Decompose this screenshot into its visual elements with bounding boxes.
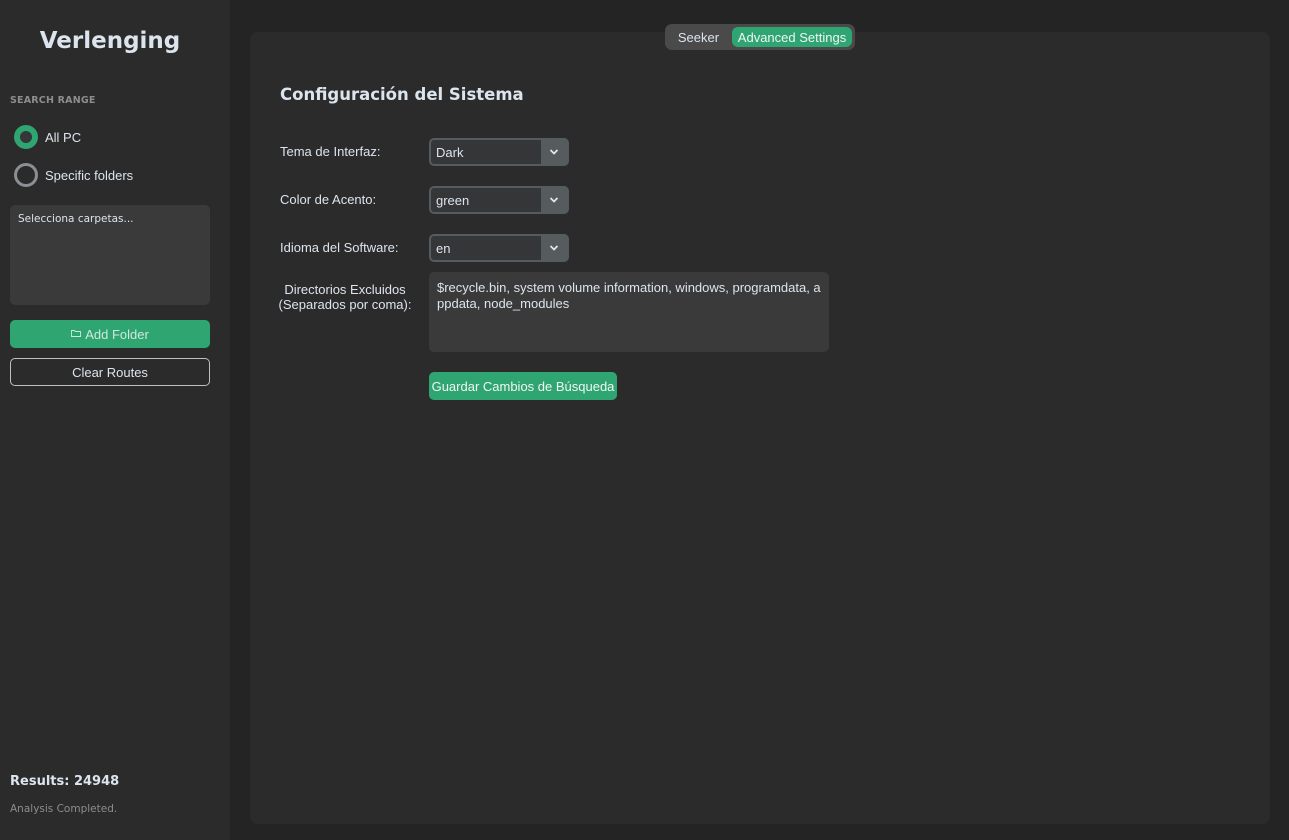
sidebar: Verlenging SEARCH RANGE All PC Specific … bbox=[0, 0, 230, 840]
clear-routes-button[interactable]: Clear Routes bbox=[10, 358, 210, 386]
status-text: Analysis Completed. bbox=[10, 803, 118, 815]
selected-folders-textbox[interactable]: Selecciona carpetas... bbox=[10, 205, 210, 305]
save-search-settings-button[interactable]: Guardar Cambios de Búsqueda bbox=[429, 372, 617, 400]
folder-icon bbox=[71, 329, 82, 340]
excluded-dirs-label: Directorios Excluidos (Separados por com… bbox=[275, 282, 415, 312]
add-folder-button[interactable]: Add Folder bbox=[10, 320, 210, 348]
tab-seeker[interactable]: Seeker bbox=[668, 27, 729, 47]
radio-unchecked-icon bbox=[14, 163, 38, 187]
page-title: Configuración del Sistema bbox=[280, 85, 524, 104]
excluded-dirs-label-line1: Directorios Excluidos bbox=[284, 282, 406, 297]
app-window: Verlenging SEARCH RANGE All PC Specific … bbox=[0, 0, 1289, 840]
accent-color-label: Color de Acento: bbox=[280, 192, 377, 207]
tab-advanced-settings[interactable]: Advanced Settings bbox=[732, 27, 852, 47]
tab-switcher: Seeker Advanced Settings bbox=[665, 24, 855, 50]
results-count: Results: 24948 bbox=[10, 774, 120, 789]
radio-specific-folders-label: Specific folders bbox=[45, 167, 134, 183]
language-dropdown[interactable]: en bbox=[429, 234, 569, 262]
chevron-down-icon[interactable] bbox=[541, 140, 567, 164]
language-value: en bbox=[436, 240, 451, 256]
radio-all-pc-label: All PC bbox=[45, 129, 82, 145]
theme-value: Dark bbox=[436, 144, 464, 160]
clear-routes-label: Clear Routes bbox=[72, 364, 148, 380]
theme-dropdown[interactable]: Dark bbox=[429, 138, 569, 166]
excluded-dirs-label-line2: (Separados por coma): bbox=[278, 297, 412, 312]
radio-specific-folders[interactable]: Specific folders bbox=[14, 163, 133, 187]
selected-folders-placeholder: Selecciona carpetas... bbox=[18, 213, 134, 225]
chevron-down-icon[interactable] bbox=[541, 188, 567, 212]
radio-checked-icon bbox=[14, 125, 38, 149]
radio-all-pc[interactable]: All PC bbox=[14, 125, 81, 149]
app-title: Verlenging bbox=[39, 28, 181, 54]
language-label: Idioma del Software: bbox=[280, 240, 399, 255]
add-folder-label: Add Folder bbox=[85, 326, 149, 342]
search-range-label: SEARCH RANGE bbox=[10, 95, 96, 106]
chevron-down-icon[interactable] bbox=[541, 236, 567, 260]
settings-panel bbox=[250, 32, 1270, 824]
accent-color-value: green bbox=[436, 192, 470, 208]
theme-label: Tema de Interfaz: bbox=[280, 144, 381, 159]
excluded-dirs-textbox[interactable]: $recycle.bin, system volume information,… bbox=[429, 272, 829, 352]
accent-color-dropdown[interactable]: green bbox=[429, 186, 569, 214]
